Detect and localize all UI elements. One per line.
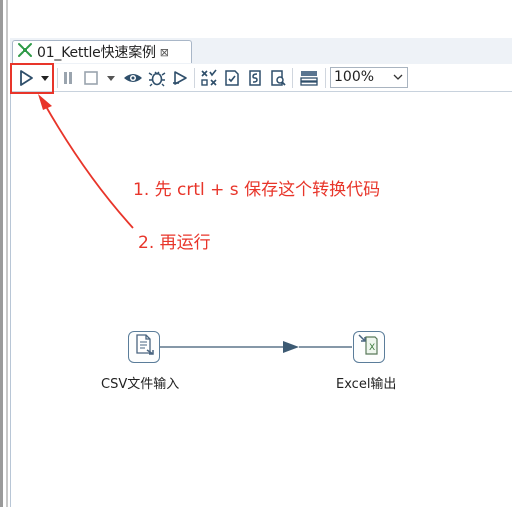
step-csv-input[interactable] [128, 331, 160, 363]
annotation-step2: 2. 再运行 [138, 233, 211, 253]
annotation-arrow [38, 94, 352, 353]
svg-text:X: X [369, 343, 375, 353]
excel-output-icon: X [357, 333, 381, 361]
step-label-excel-output: Excel输出 [336, 377, 397, 392]
csv-file-input-icon [132, 333, 156, 361]
step-label-csv-input: CSV文件输入 [101, 377, 180, 392]
step-excel-output[interactable]: X [353, 331, 385, 363]
annotation-step1: 1. 先 crtl + s 保存这个转换代码 [133, 180, 381, 200]
